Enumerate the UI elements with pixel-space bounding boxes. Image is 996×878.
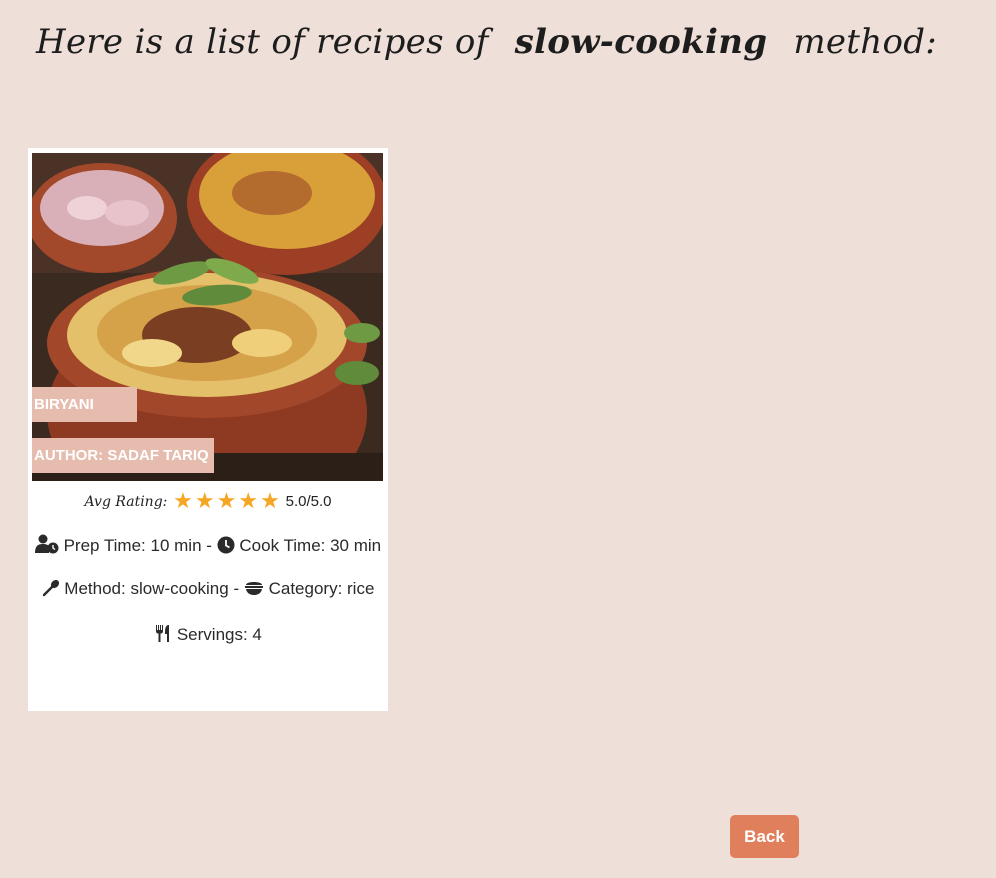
star-icon: ★ <box>216 489 237 514</box>
rating-value: 5.0/5.0 <box>285 493 332 510</box>
recipe-card[interactable]: BIRYANI AUTHOR: SADAF TARIQ Avg Rating: … <box>28 148 388 711</box>
page-heading: Here is a list of recipes of slow-cooking… <box>36 22 937 62</box>
rating-row: Avg Rating: ★★★★★ 5.0/5.0 <box>28 488 388 514</box>
servings: Servings: 4 <box>176 625 262 644</box>
recipe-name: BIRYANI <box>32 387 137 422</box>
prep-time: Prep Time: 10 min <box>63 536 202 555</box>
back-button[interactable]: Back <box>730 815 799 858</box>
star-icon: ★ <box>238 489 259 514</box>
recipe-photo[interactable]: BIRYANI AUTHOR: SADAF TARIQ <box>32 153 383 481</box>
clock-icon <box>217 536 235 559</box>
utensils-icon <box>154 624 172 648</box>
time-row: Prep Time: 10 min - Cook Time: 30 min <box>28 534 388 559</box>
separator: - <box>206 536 212 555</box>
bowl-icon <box>244 579 264 602</box>
spoon-icon <box>42 579 60 602</box>
star-icon: ★ <box>260 489 280 514</box>
recipe-author: AUTHOR: SADAF TARIQ <box>32 438 214 473</box>
method-category-row: Method: slow-cooking - Category: rice <box>28 579 388 602</box>
recipe-method: Method: slow-cooking <box>64 579 229 598</box>
heading-method: slow-cooking <box>514 22 768 62</box>
star-icon: ★ <box>173 489 193 514</box>
rating-label: Avg Rating: <box>84 494 168 510</box>
user-clock-icon <box>34 534 59 559</box>
recipe-category: Category: rice <box>268 579 375 598</box>
cook-time: Cook Time: 30 min <box>239 536 382 555</box>
heading-prefix: Here is a list of recipes of <box>36 22 489 62</box>
star-icon: ★ <box>194 489 215 514</box>
servings-row: Servings: 4 <box>28 624 388 648</box>
heading-suffix: method: <box>793 22 938 62</box>
separator: - <box>233 579 240 598</box>
